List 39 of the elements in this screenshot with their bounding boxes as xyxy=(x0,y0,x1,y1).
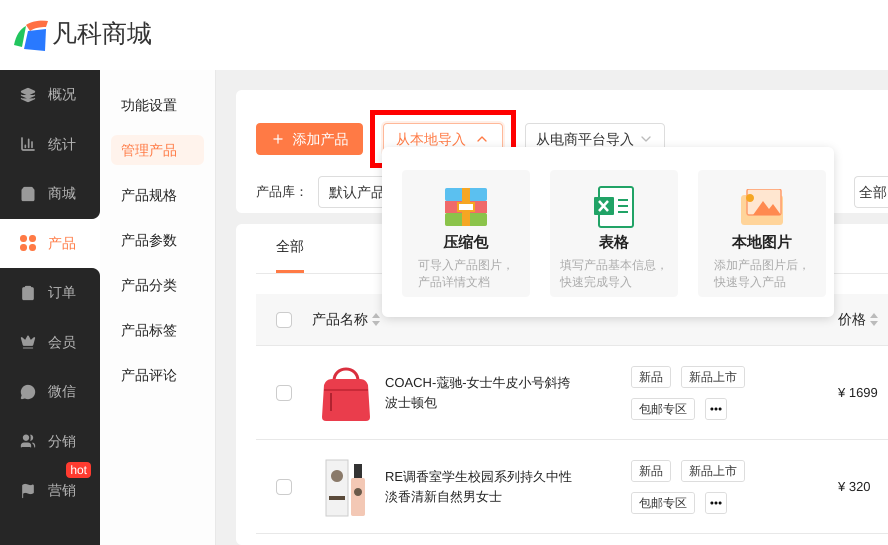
option-title: 压缩包 xyxy=(444,233,488,253)
option-title: 表格 xyxy=(599,233,629,253)
nav-item[interactable]: 微信 xyxy=(0,367,100,416)
product-name: COACH-蔻驰-女士牛皮小号斜挎波士顿包 xyxy=(385,374,572,412)
price: ¥ 1699 xyxy=(838,384,879,402)
tag: 新品上市 xyxy=(681,460,745,482)
nav-item[interactable]: 分销 xyxy=(0,416,100,466)
import-option[interactable]: 表格 填写产品基本信息， 快速完成导入 xyxy=(550,170,678,297)
option-description: 填写产品基本信息， 快速完成导入 xyxy=(560,256,668,290)
subnav-item[interactable]: 产品评论 xyxy=(111,360,204,390)
option-description: 添加产品图片后， 快速导入产品 xyxy=(714,256,810,290)
nav-item[interactable]: 会员 xyxy=(0,318,100,367)
subnav-item[interactable]: 产品规格 xyxy=(111,180,204,210)
status-select[interactable]: 全部 xyxy=(854,176,888,208)
option-description: 可导入产品图片， 产品详情文档 xyxy=(418,256,514,290)
tab[interactable]: 全部 xyxy=(276,223,304,273)
option-title: 本地图片 xyxy=(732,233,792,253)
tag: 包邮专区 xyxy=(631,492,695,514)
subnav-item[interactable]: 功能设置 xyxy=(111,90,204,120)
subnav-item[interactable]: 产品标签 xyxy=(111,315,204,345)
tag: 新品 xyxy=(631,366,671,388)
import-option[interactable]: 本地图片 添加产品图片后， 快速导入产品 xyxy=(698,170,826,297)
logo-text: 凡科商城 xyxy=(52,19,152,50)
column-header[interactable]: 产品名称 xyxy=(312,309,380,330)
hot-badge: hot xyxy=(66,462,91,478)
subnav-item[interactable]: 产品分类 xyxy=(111,270,204,300)
filter-label: 产品库： xyxy=(256,183,308,202)
import-option[interactable]: 压缩包 可导入产品图片， 产品详情文档 xyxy=(402,170,530,297)
nav-item[interactable]: 统计 xyxy=(0,120,100,169)
nav-item[interactable]: 订单 xyxy=(0,268,100,318)
price: ¥ 320 xyxy=(838,478,872,496)
product-name: RE调香室学生校园系列持久中性淡香清新自然男女士 xyxy=(385,468,574,506)
nav-item[interactable]: 概况 xyxy=(0,70,100,120)
nav-item[interactable]: 商城 xyxy=(0,169,100,218)
column-header[interactable]: 价格 xyxy=(838,309,888,330)
tag: 新品上市 xyxy=(681,366,745,388)
tag: 新品 xyxy=(631,460,671,482)
tag: 包邮专区 xyxy=(631,398,695,420)
subnav-item[interactable]: 产品参数 xyxy=(111,225,204,255)
